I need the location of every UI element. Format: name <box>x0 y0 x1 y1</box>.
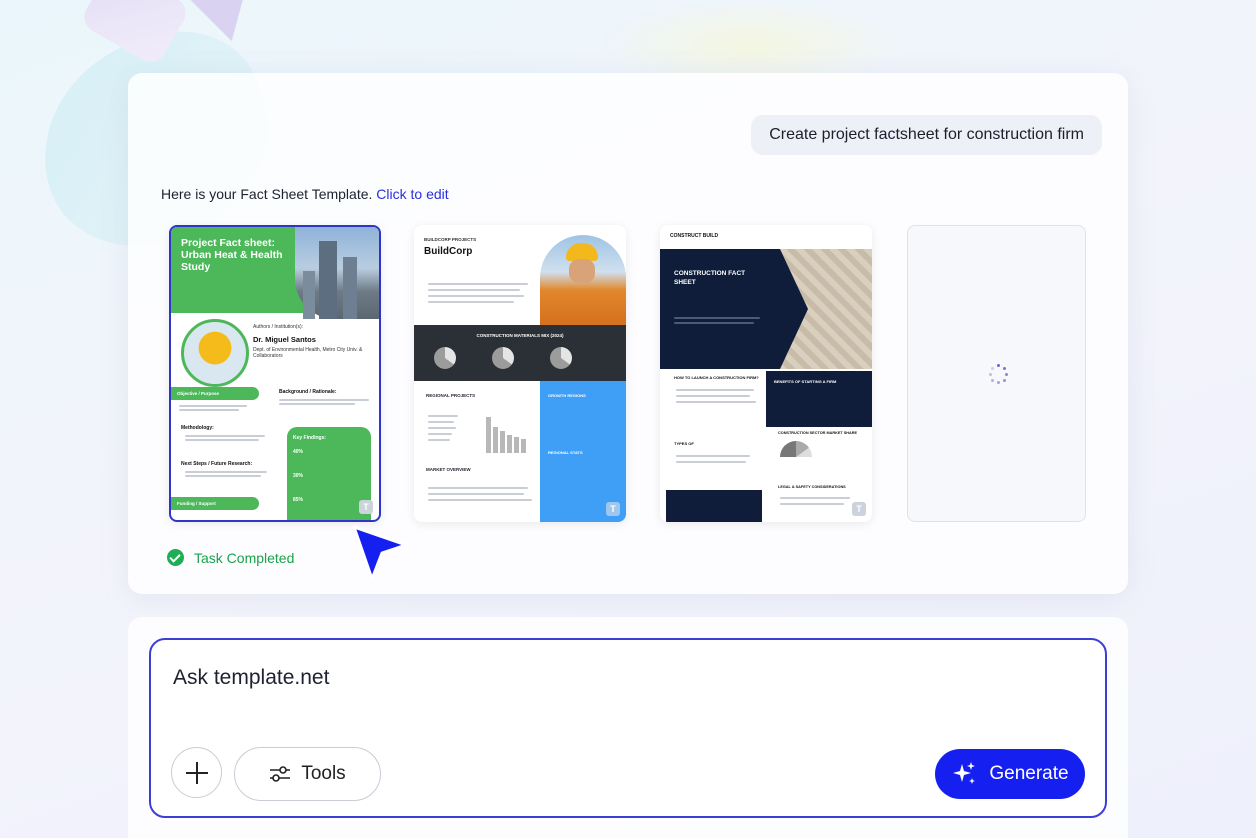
check-circle-icon <box>167 549 184 566</box>
generate-button[interactable]: Generate <box>935 749 1085 799</box>
building-photo <box>295 227 379 319</box>
sparkle-icon <box>953 762 976 784</box>
response-intro-text: Here is your Fact Sheet Template. <box>161 186 373 202</box>
helmet-photo <box>181 319 249 387</box>
benefits-block: BENEFITS OF STARTING A FIRM <box>766 371 872 427</box>
author-dept: Dept. of Environmental Health, Metro Cit… <box>253 347 363 359</box>
response-intro: Here is your Fact Sheet Template. Click … <box>161 186 449 202</box>
loading-spinner-icon <box>988 364 1008 384</box>
add-attachment-button[interactable] <box>171 747 222 798</box>
stats-heading: REGIONAL STATS <box>548 450 583 455</box>
click-to-edit-link[interactable]: Click to edit <box>376 186 448 202</box>
chevron-shape <box>780 249 808 369</box>
user-prompt-bubble: Create project factsheet for constructio… <box>751 115 1102 155</box>
stat-1: 40% <box>293 449 304 455</box>
prompt-input-placeholder[interactable]: Ask template.net <box>173 666 329 690</box>
background-shape <box>189 0 261 49</box>
tools-label: Tools <box>301 763 346 784</box>
market-share-heading: CONSTRUCTION SECTOR MARKET SHARE <box>778 431 858 435</box>
author-block: Authors / Institution(s): Dr. Miguel San… <box>253 324 363 359</box>
template-thumbnail-4-loading <box>907 225 1086 522</box>
brand-block: BUILDCORP PROJECTS BuildCorp <box>424 237 476 257</box>
pie-chart-icon <box>492 347 514 369</box>
legal-heading: LEGAL & SAFETY CONSIDERATIONS <box>778 485 846 489</box>
template-logo-icon: T <box>606 502 620 516</box>
brand-label: BUILDCORP PROJECTS <box>424 237 477 242</box>
regional-heading: REGIONAL PROJECTS <box>426 393 476 398</box>
contact-block <box>666 490 762 522</box>
prompt-input-box[interactable]: Ask template.net Tools Generate <box>149 638 1107 818</box>
template-thumbnail-3[interactable]: CONSTRUCT BUILD CONSTRUCTION FACT SHEET … <box>660 225 872 522</box>
template-title: CONSTRUCTION FACT SHEET <box>674 270 746 286</box>
author-name: Dr. Miguel Santos <box>253 335 316 344</box>
launch-heading: HOW TO LAUNCH A CONSTRUCTION FIRM? <box>674 375 759 380</box>
funding-pill: Funding / Support <box>171 497 259 510</box>
background-heading: Background / Rationale: <box>279 389 337 395</box>
template-logo-icon: T <box>359 500 373 514</box>
navy-header <box>660 249 780 369</box>
status-text: Task Completed <box>194 549 295 566</box>
blue-sidebar: GROWTH REGIONS REGIONAL STATS <box>540 381 626 522</box>
next-steps-heading: Next Steps / Future Research: <box>181 461 253 467</box>
benefits-heading: BENEFITS OF STARTING A FIRM <box>774 379 837 384</box>
semi-pie-chart-icon <box>780 441 812 457</box>
stat-2: 30% <box>293 473 304 479</box>
worker-photo <box>540 235 626 327</box>
cursor-pointer-icon <box>352 525 408 581</box>
template-thumbnail-2[interactable]: BUILDCORP PROJECTS BuildCorp CONSTRUCTIO… <box>414 225 626 522</box>
tools-button[interactable]: Tools <box>234 747 381 801</box>
growth-heading: GROWTH REGIONS <box>548 393 586 398</box>
generate-label: Generate <box>989 763 1069 784</box>
types-heading: TYPES OF <box>674 441 694 446</box>
sliders-icon <box>270 766 291 782</box>
template-thumbnail-1[interactable]: Project Fact sheet: Urban Heat & Health … <box>169 225 381 522</box>
market-heading: MARKET OVERVIEW <box>426 467 471 472</box>
template-title: Project Fact sheet: Urban Heat & Health … <box>181 237 283 273</box>
template-logo-icon: T <box>852 502 866 516</box>
pie-chart-icon <box>550 347 572 369</box>
key-findings-heading: Key Findings: <box>293 435 327 441</box>
methodology-heading: Methodology: <box>181 425 214 431</box>
brand-name: BuildCorp <box>424 246 473 257</box>
pie-chart-icon <box>434 347 456 369</box>
brand-label: CONSTRUCT BUILD <box>670 233 719 239</box>
objective-pill: Objective / Purpose <box>171 387 259 400</box>
materials-band-title: CONSTRUCTION MATERIALS MIX (2024) <box>476 333 564 338</box>
bar-chart-icon <box>486 411 526 453</box>
task-status: Task Completed <box>167 549 294 566</box>
conversation-panel: Create project factsheet for constructio… <box>128 73 1128 594</box>
author-heading: Authors / Institution(s): <box>253 324 304 330</box>
